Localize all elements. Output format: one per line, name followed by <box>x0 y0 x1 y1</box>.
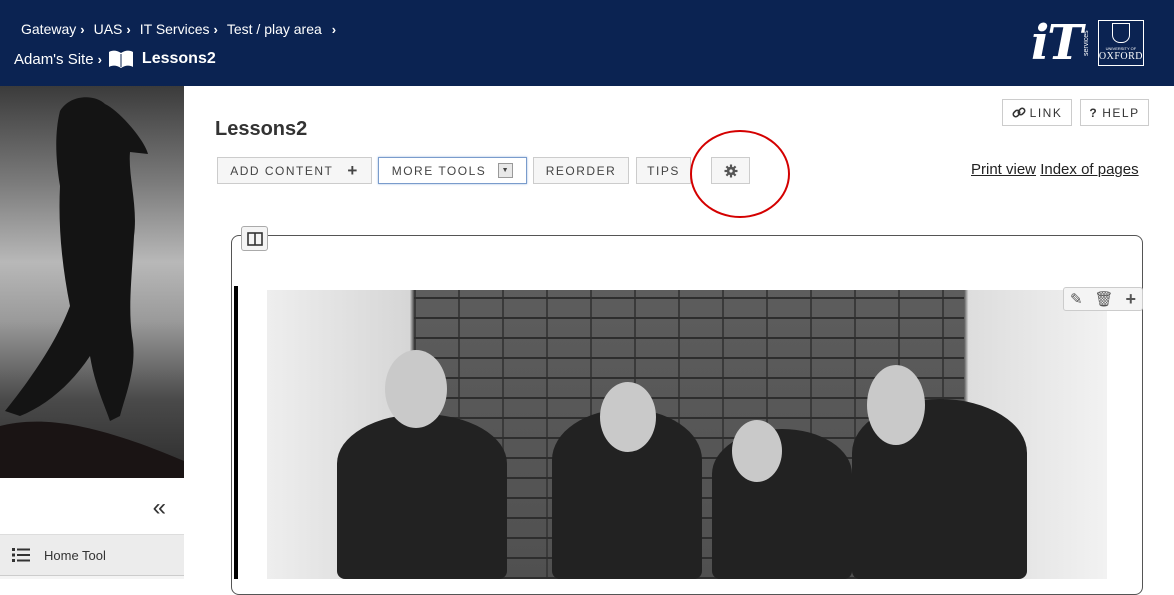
chevron-right-icon: › <box>80 21 85 37</box>
it-services-label: services <box>1082 30 1090 56</box>
breadcrumb: Gateway › UAS › IT Services › Test / play a… <box>21 21 345 37</box>
person-head <box>867 365 925 445</box>
more-tools-dropdown[interactable]: MORE TOOLS ▼ <box>378 157 527 184</box>
page-links: Print view Index of pages <box>971 161 1139 178</box>
breadcrumb-label: UAS <box>93 21 123 37</box>
chevron-right-icon: › <box>97 51 102 67</box>
crest-icon <box>1111 23 1130 43</box>
add-content-button[interactable]: ADD CONTENT + <box>217 157 372 184</box>
dropdown-arrow-icon: ▼ <box>498 163 514 178</box>
gear-icon <box>724 164 737 177</box>
index-of-pages-link[interactable]: Index of pages <box>1040 161 1138 178</box>
trash-icon[interactable]: 🗑 <box>1095 290 1114 308</box>
current-tool-title: Lessons2 <box>141 50 216 67</box>
it-logo: iT <box>1031 15 1083 71</box>
site-breadcrumb: Adam's Site › Lessons2 <box>14 49 216 69</box>
edit-icon[interactable]: ✎ <box>1070 290 1083 308</box>
it-services-logo[interactable]: iT services UNIVERSITY OF OXFORD <box>1031 19 1144 67</box>
person-head <box>732 420 782 482</box>
link-button[interactable]: LINK <box>1002 99 1072 126</box>
print-view-link[interactable]: Print view <box>971 161 1036 178</box>
list-icon <box>12 548 30 562</box>
help-icon: ? <box>1089 105 1099 120</box>
tips-label: TIPS <box>647 163 680 178</box>
chevron-right-icon: › <box>213 21 218 37</box>
meerkat-silhouette <box>0 97 184 478</box>
sidebar-item-label: Home Tool <box>44 547 106 563</box>
reorder-button[interactable]: REORDER <box>533 157 629 184</box>
collapse-sidebar-button[interactable]: « <box>153 494 166 522</box>
site-name: Adam's Site <box>14 50 94 68</box>
collapse-row: « <box>0 478 184 535</box>
reorder-label: REORDER <box>545 163 617 178</box>
content-image <box>267 290 1107 579</box>
book-icon <box>108 50 133 68</box>
item-edit-toolbar: ✎ 🗑 + <box>1063 287 1143 311</box>
site-header: Gateway › UAS › IT Services › Test / play a… <box>0 0 1174 86</box>
link-icon <box>1012 106 1026 118</box>
left-sidebar: « Home Tool <box>0 86 184 579</box>
breadcrumb-test-area[interactable]: Test / play area › <box>227 21 336 37</box>
breadcrumb-it-services[interactable]: IT Services › <box>140 21 218 37</box>
plus-icon: + <box>347 160 359 180</box>
more-tools-label: MORE TOOLS <box>391 163 487 178</box>
breadcrumb-uas[interactable]: UAS › <box>94 21 131 37</box>
university-name: OXFORD <box>1098 51 1144 62</box>
breadcrumb-site[interactable]: Adam's Site › <box>14 51 102 68</box>
help-button[interactable]: ? HELP <box>1080 99 1149 126</box>
column-drag-bar[interactable] <box>234 286 238 579</box>
add-icon[interactable]: + <box>1126 289 1137 310</box>
link-button-label: LINK <box>1029 105 1063 120</box>
sidebar-banner-image <box>0 86 184 478</box>
chevron-right-icon: › <box>126 21 131 37</box>
sidebar-item-home-tool[interactable]: Home Tool <box>0 535 184 576</box>
help-button-label: HELP <box>1102 105 1140 120</box>
breadcrumb-gateway[interactable]: Gateway › <box>21 21 85 37</box>
settings-button[interactable] <box>711 157 750 184</box>
person-head <box>385 350 447 428</box>
chevron-right-icon: › <box>331 21 337 37</box>
breadcrumb-label: IT Services <box>139 21 210 37</box>
person-figure <box>337 414 507 579</box>
add-content-label: ADD CONTENT <box>230 163 334 178</box>
oxford-logo: UNIVERSITY OF OXFORD <box>1097 20 1144 66</box>
breadcrumb-label: Gateway <box>21 21 77 37</box>
column-layout-button[interactable] <box>241 226 268 251</box>
columns-icon <box>246 231 263 246</box>
person-head <box>600 382 656 452</box>
page-title: Lessons2 <box>215 118 308 140</box>
breadcrumb-label: Test / play area <box>226 21 322 37</box>
tips-button[interactable]: TIPS <box>636 157 691 184</box>
